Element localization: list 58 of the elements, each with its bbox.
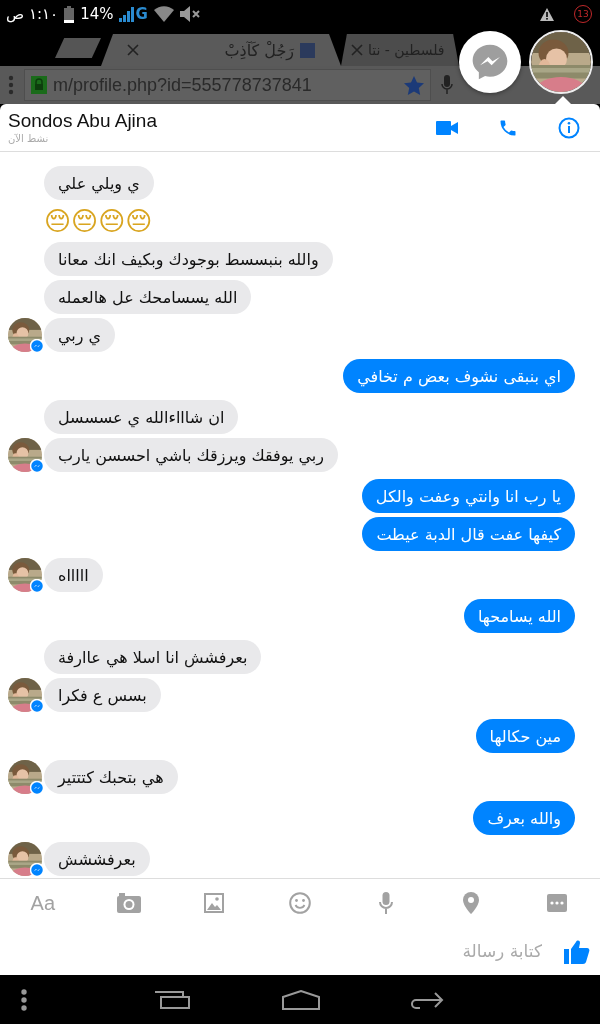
message-bubble: يا رب انا وانتي وعفت والكل [361,479,575,513]
messenger-badge-icon [30,579,44,593]
message-bubble: اي بنبقى نشوف بعض م تخافي [343,359,575,393]
message-bubble: بعرفششش [44,842,150,876]
star-icon[interactable] [404,75,424,95]
emoji-text: 😔😔😔😔 [44,205,153,238]
menu-icon[interactable] [20,988,28,1011]
message-bubble: الله يسسامحك عل هالعمله [44,280,252,314]
new-tab-button[interactable] [55,38,101,58]
close-icon[interactable] [351,44,363,56]
message-bubble: الله يسامحها [463,599,575,633]
message-bubble: والله بنبسسط بوجودك وبكيف انك معانا [44,242,333,276]
contact-name: Sondos Abu Ajina [8,109,158,132]
message-bubble: بسس ع فكرا [44,678,161,712]
messenger-chat-head[interactable] [459,31,521,93]
thumbs-up-icon[interactable] [564,938,590,964]
camera-icon[interactable] [116,893,141,913]
messenger-badge-icon [30,339,44,353]
battery-text: 14% [80,5,114,23]
info-icon[interactable] [558,116,580,139]
message-bubble: ي ويلي علي [44,166,154,200]
more-icon[interactable] [547,894,568,912]
text-format-button[interactable]: Aa [30,891,56,915]
site-icon [300,42,315,58]
messenger-badge-icon [30,699,44,713]
messenger-badge-icon [30,863,44,877]
messenger-badge-icon [30,459,44,473]
message-bubble: مين حكالها [475,719,575,753]
message-bubble: بعرفشش انا اسلا هي عاارفة [44,640,262,674]
battery-icon [64,5,75,23]
muted-speaker-icon [179,5,202,23]
video-call-icon[interactable] [436,120,458,135]
clock-text: ١:١٠ ص [6,5,59,23]
message-bubble: كيفها عفت قال الدبة عيطت [362,517,575,551]
smiley-icon[interactable] [289,892,311,914]
image-icon[interactable] [204,893,225,913]
network-type-text: G [135,5,148,23]
message-bubble: ي ربي [44,318,116,352]
warning-icon [540,7,554,21]
location-pin-icon[interactable] [463,892,480,914]
home-icon[interactable] [282,989,320,1010]
message-bubble: اااااه [44,558,103,592]
close-icon[interactable] [127,44,139,56]
signal-icon [119,6,136,22]
recent-apps-icon[interactable] [154,990,190,1009]
browser-tab[interactable]: رَجُلْ كَآذِبْ [101,34,341,66]
back-icon[interactable] [410,990,444,1009]
microphone-icon[interactable] [441,75,453,95]
message-bubble: والله بعرف [473,801,575,835]
messenger-badge-icon [30,781,44,795]
message-field[interactable]: كتابة رسالة [20,933,544,969]
messenger-icon [471,43,509,81]
message-bubble: هي بتحبك كتتتير [44,760,178,794]
wifi-icon [153,6,174,22]
message-bubble: ربي يوفقك ويرزقك باشي احسسن يارب [44,438,338,472]
microphone-icon[interactable] [378,892,393,914]
active-status: نشط الآن [8,131,49,146]
message-bubble: ان شاااءالله ي عسسسل [44,400,239,434]
